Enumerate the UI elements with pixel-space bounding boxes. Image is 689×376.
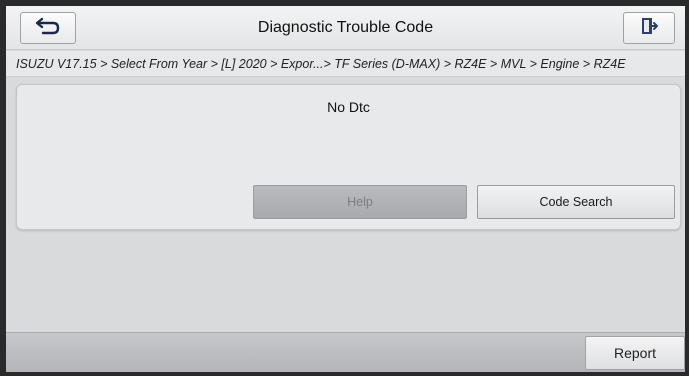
exit-button[interactable] bbox=[623, 12, 675, 44]
report-button[interactable]: Report bbox=[585, 336, 685, 370]
dtc-status-text: No Dtc bbox=[327, 99, 370, 115]
exit-door-icon bbox=[639, 16, 659, 41]
title-bar: Diagnostic Trouble Code bbox=[6, 6, 685, 50]
code-search-button[interactable]: Code Search bbox=[477, 185, 675, 219]
dtc-result-panel: No Dtc Help Code Search bbox=[16, 84, 681, 230]
breadcrumb: ISUZU V17.15 > Select From Year > [L] 20… bbox=[6, 51, 685, 77]
bottom-toolbar: Report bbox=[6, 332, 685, 372]
page-title: Diagnostic Trouble Code bbox=[257, 19, 434, 36]
help-button[interactable]: Help bbox=[253, 185, 467, 219]
app-screen: Diagnostic Trouble Code ISUZU V17.15 > S… bbox=[6, 6, 685, 372]
